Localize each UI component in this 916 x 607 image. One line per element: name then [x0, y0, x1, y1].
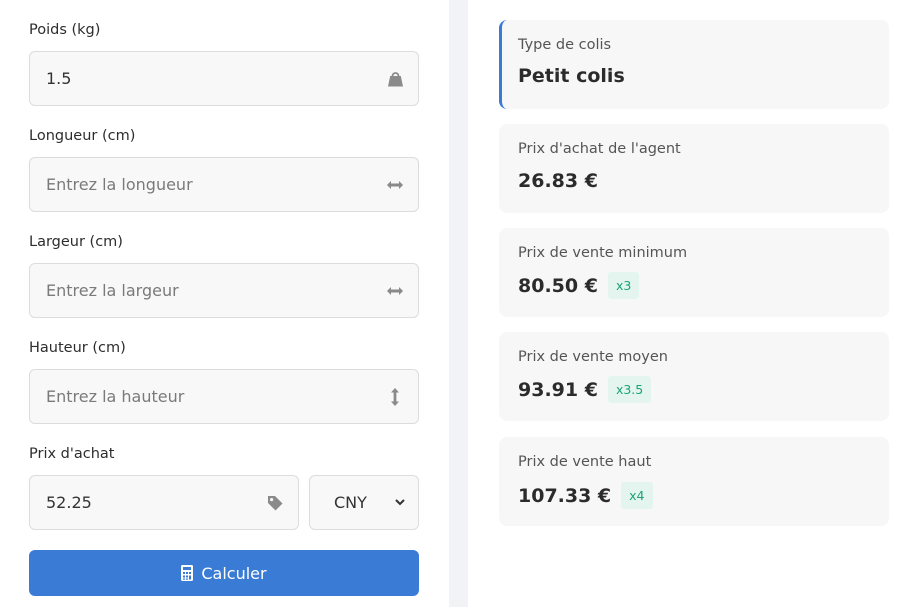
avg-price-card: Prix de vente moyen 93.91 € x3.5 [499, 332, 889, 421]
height-input[interactable] [46, 387, 386, 406]
avg-price-text: 93.91 € [518, 378, 598, 401]
agent-price-text: 26.83 € [518, 170, 598, 192]
tag-icon [266, 494, 284, 512]
high-price-value: 107.33 € x4 [518, 482, 653, 509]
agent-price-value: 26.83 € [518, 170, 598, 192]
arrows-vertical-icon [386, 387, 404, 406]
height-label: Hauteur (cm) [29, 340, 126, 356]
calculator-form: Poids (kg) Longueur (cm) Largeur (cm) Ha… [0, 0, 449, 607]
calculate-button[interactable]: Calculer [29, 550, 419, 596]
min-price-text: 80.50 € [518, 274, 598, 297]
avg-price-label: Prix de vente moyen [518, 349, 668, 365]
height-field-container [29, 369, 419, 424]
min-price-card: Prix de vente minimum 80.50 € x3 [499, 228, 889, 317]
calculator-icon [181, 565, 194, 581]
package-type-card: Type de colis Petit colis [499, 20, 889, 109]
results-panel: Type de colis Petit colis Prix d'achat d… [468, 0, 916, 607]
high-price-card: Prix de vente haut 107.33 € x4 [499, 437, 889, 526]
arrows-horizontal-icon [386, 282, 404, 300]
length-field-container [29, 157, 419, 212]
length-label: Longueur (cm) [29, 128, 136, 144]
agent-price-label: Prix d'achat de l'agent [518, 141, 681, 157]
length-input[interactable] [46, 175, 386, 194]
currency-select[interactable]: CNY [330, 492, 408, 513]
weight-icon [386, 70, 404, 88]
purchase-price-input[interactable] [46, 493, 266, 512]
avg-price-multiplier-badge: x3.5 [607, 376, 652, 403]
currency-select-container: CNY [309, 475, 419, 530]
width-field-container [29, 263, 419, 318]
calculate-button-label: Calculer [201, 563, 267, 583]
agent-price-card: Prix d'achat de l'agent 26.83 € [499, 124, 889, 213]
high-price-label: Prix de vente haut [518, 454, 652, 470]
weight-input[interactable] [46, 69, 386, 88]
avg-price-value: 93.91 € x3.5 [518, 376, 652, 403]
min-price-multiplier-badge: x3 [607, 272, 640, 299]
high-price-multiplier-badge: x4 [621, 482, 653, 509]
weight-label: Poids (kg) [29, 22, 101, 38]
package-type-label: Type de colis [518, 37, 612, 53]
min-price-label: Prix de vente minimum [518, 245, 688, 261]
width-label: Largeur (cm) [29, 234, 123, 250]
arrows-horizontal-icon [386, 176, 404, 194]
min-price-value: 80.50 € x3 [518, 272, 640, 299]
panel-divider [449, 0, 468, 607]
purchase-price-field-container [29, 475, 299, 530]
purchase-price-label: Prix d'achat [29, 446, 115, 462]
package-type-value: Petit colis [518, 65, 625, 87]
high-price-text: 107.33 € [518, 484, 612, 507]
width-input[interactable] [46, 281, 386, 300]
package-type-text: Petit colis [518, 65, 625, 87]
weight-field-container [29, 51, 419, 106]
